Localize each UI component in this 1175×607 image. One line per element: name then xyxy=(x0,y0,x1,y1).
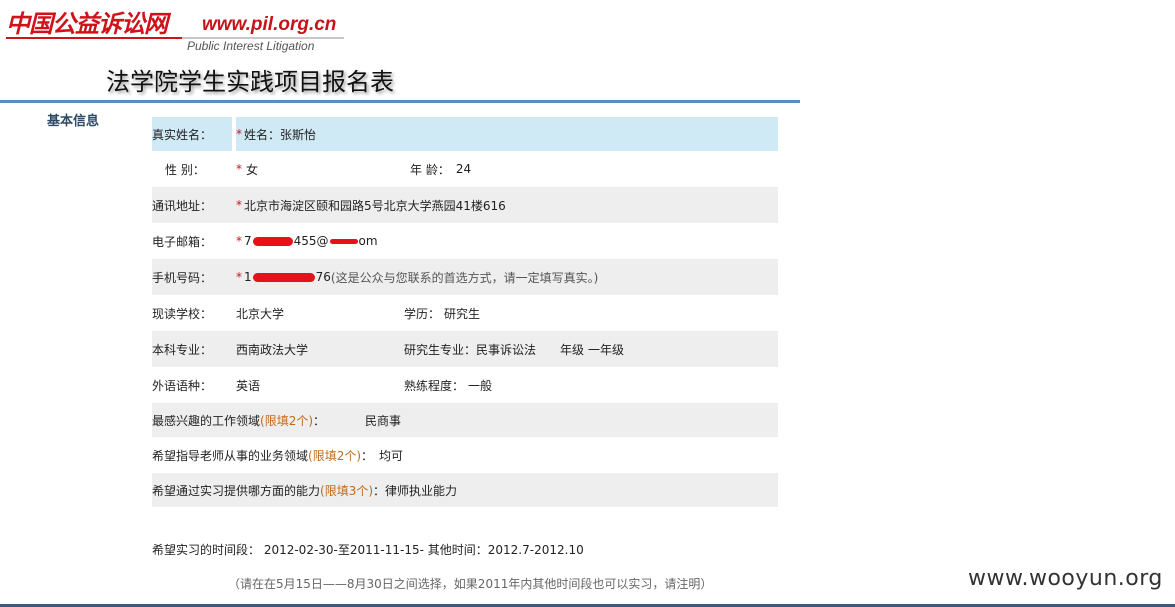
interest-limit: (限填2个) xyxy=(260,413,314,428)
form-row-language: 外语语种： 英语 熟练程度： 一般 xyxy=(152,367,778,403)
gender-value: 女 xyxy=(246,162,259,177)
form-row-phone: 手机号码： * 1 76 (这是公众与您联系的首选方式，请一定填写真实。) xyxy=(152,259,778,295)
proficiency-field[interactable]: 熟练程度： 一般 xyxy=(404,367,778,403)
grad-major-field[interactable]: 研究生专业： 民事诉讼法 年级 一年级 xyxy=(404,331,778,367)
mentor-field[interactable]: 希望指导老师从事的业务领域 (限填2个)： 均可 xyxy=(152,437,778,473)
email-suffix: 455@ xyxy=(293,234,329,248)
mentor-colon: ： xyxy=(361,448,374,463)
school-label-text: 现读学校： xyxy=(152,306,213,321)
proficiency-value: 一般 xyxy=(468,378,493,393)
form-row-interest: 最感兴趣的工作领域 (限填2个)： 民商事 xyxy=(152,403,778,437)
email-label-text: 电子邮箱： xyxy=(152,234,213,249)
language-label: 外语语种： xyxy=(152,367,232,403)
gender-label-text: 性 别： xyxy=(165,162,205,177)
ability-value: 律师执业能力 xyxy=(385,483,458,498)
language-value: 英语 xyxy=(236,378,261,393)
phone-label-text: 手机号码： xyxy=(152,270,213,285)
ability-colon: ： xyxy=(373,483,386,498)
email-end: om xyxy=(358,234,378,248)
ability-label: 希望通过实习提供哪方面的能力 xyxy=(152,483,321,498)
redaction-mark xyxy=(329,238,358,244)
undergrad-label-text: 本科专业： xyxy=(152,342,213,357)
school-label: 现读学校： xyxy=(152,295,232,331)
phone-label: 手机号码： xyxy=(152,259,232,295)
name-label: 真实姓名： xyxy=(152,117,232,151)
undergrad-label: 本科专业： xyxy=(152,331,232,367)
name-field[interactable]: * 姓名：张斯怡 xyxy=(236,117,778,151)
address-label: 通讯地址： xyxy=(152,187,232,223)
email-prefix: 7 xyxy=(244,234,252,248)
logo-english-text: Public Interest Litigation xyxy=(187,39,315,53)
form-row-gender-age: 性 别： * 女 年 龄： 24 xyxy=(152,151,778,187)
address-value: 北京市海淀区颐和园路5号北京大学燕园41楼616 xyxy=(244,198,506,213)
degree-label: 学历： xyxy=(404,306,441,321)
school-value: 北京大学 xyxy=(236,306,285,321)
degree-value: 研究生 xyxy=(444,306,481,321)
mentor-label: 希望指导老师从事的业务领域 xyxy=(152,448,309,463)
interest-field[interactable]: 最感兴趣的工作领域 (限填2个)： 民商事 xyxy=(152,403,778,437)
proficiency-label: 熟练程度： xyxy=(404,378,465,393)
internship-time-text: 希望实习的时间段： 2012-02-30-至2011-11-15- 其他时间：2… xyxy=(152,543,584,557)
form-row-name: 真实姓名： * 姓名：张斯怡 xyxy=(152,117,778,151)
required-star: * xyxy=(236,198,242,212)
required-star: * xyxy=(236,234,242,248)
ability-limit: (限填3个) xyxy=(320,483,374,498)
form-row-address: 通讯地址： * 北京市海淀区颐和园路5号北京大学燕园41楼616 xyxy=(152,187,778,223)
required-star: * xyxy=(236,270,242,284)
mentor-value: 均可 xyxy=(379,448,404,463)
age-value: 24 xyxy=(455,162,472,176)
redaction-mark xyxy=(252,236,293,246)
name-value: 姓名：张斯怡 xyxy=(244,127,317,142)
interest-label: 最感兴趣的工作领域 xyxy=(152,413,261,428)
internship-time-note: （请在在5月15日——8月30日之间选择，如果2011年内其他时间段也可以实习，… xyxy=(228,577,713,591)
application-form: 真实姓名： * 姓名：张斯怡 性 别： * 女 年 龄： 24 通讯地址： * 北京市海… xyxy=(152,117,778,507)
interest-value: 民商事 xyxy=(365,413,402,428)
age-label: 年 龄： xyxy=(410,162,450,177)
form-row-email: 电子邮箱： * 7 455@ om xyxy=(152,223,778,259)
form-row-school: 现读学校： 北京大学 学历： 研究生 xyxy=(152,295,778,331)
site-logo[interactable]: 中国公益诉讼网 www.pil.org.cn Public Interest L… xyxy=(6,4,346,53)
school-field[interactable]: 北京大学 xyxy=(236,295,402,331)
address-field[interactable]: * 北京市海淀区颐和园路5号北京大学燕园41楼616 xyxy=(236,187,778,223)
undergrad-value: 西南政法大学 xyxy=(236,342,309,357)
phone-prefix: 1 xyxy=(244,270,252,284)
email-label: 电子邮箱： xyxy=(152,223,232,259)
watermark-text: www.wooyun.org xyxy=(968,566,1163,591)
grade-value: 一年级 xyxy=(588,342,625,357)
title-divider xyxy=(0,100,800,103)
redaction-mark xyxy=(252,272,315,282)
phone-hint: (这是公众与您联系的首选方式，请一定填写真实。) xyxy=(330,270,599,285)
language-field[interactable]: 英语 xyxy=(236,367,402,403)
section-label-basic-info: 基本信息 xyxy=(47,114,100,129)
required-star: * xyxy=(236,162,242,176)
form-row-mentor: 希望指导老师从事的业务领域 (限填2个)： 均可 xyxy=(152,437,778,473)
logo-url-text: www.pil.org.cn xyxy=(202,14,337,35)
phone-field[interactable]: * 1 76 (这是公众与您联系的首选方式，请一定填写真实。) xyxy=(236,259,778,295)
grad-major-value: 民事诉讼法 xyxy=(476,342,537,357)
form-row-major: 本科专业： 西南政法大学 研究生专业： 民事诉讼法 年级 一年级 xyxy=(152,331,778,367)
form-row-ability: 希望通过实习提供哪方面的能力 (限填3个)：律师执业能力 xyxy=(152,473,778,507)
gender-label: 性 别： xyxy=(152,151,232,187)
gender-field[interactable]: * 女 xyxy=(236,151,396,187)
logo-chinese-text: 中国公益诉讼网 xyxy=(6,9,168,38)
grade-label: 年级 xyxy=(560,342,585,357)
required-star: * xyxy=(236,127,242,141)
interest-colon: ： xyxy=(313,413,326,428)
email-field[interactable]: * 7 455@ om xyxy=(236,223,778,259)
undergrad-field[interactable]: 西南政法大学 xyxy=(236,331,402,367)
age-field[interactable]: 年 龄： 24 xyxy=(410,151,471,187)
page-title: 法学院学生实践项目报名表 xyxy=(106,68,394,96)
phone-suffix: 76 xyxy=(315,270,331,284)
ability-field[interactable]: 希望通过实习提供哪方面的能力 (限填3个)：律师执业能力 xyxy=(152,473,778,507)
language-label-text: 外语语种： xyxy=(152,378,213,393)
name-label-text: 真实姓名： xyxy=(152,127,213,142)
degree-field[interactable]: 学历： 研究生 xyxy=(404,295,778,331)
grad-major-label: 研究生专业： xyxy=(404,342,477,357)
mentor-limit: (限填2个) xyxy=(308,448,362,463)
address-label-text: 通讯地址： xyxy=(152,198,213,213)
